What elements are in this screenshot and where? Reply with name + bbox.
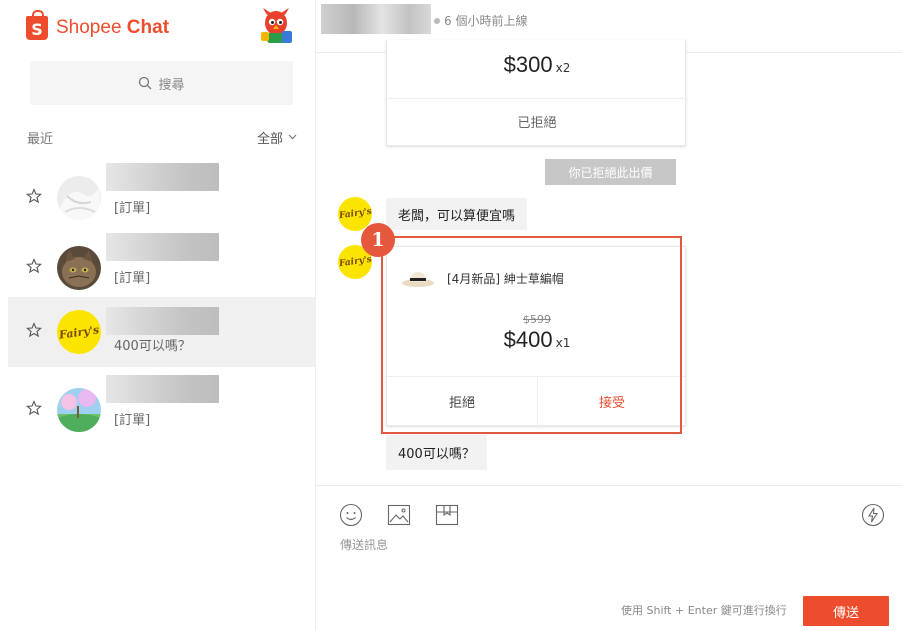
offer-quantity: x2	[555, 61, 571, 75]
message-bubble: 400可以嗎？	[386, 435, 487, 470]
send-button[interactable]: 傳送	[803, 596, 889, 626]
emoji-button[interactable]	[338, 502, 364, 528]
status-dot-icon	[434, 17, 440, 24]
search-icon	[139, 76, 152, 90]
product-share-button[interactable]	[434, 502, 460, 528]
conversation-item-active[interactable]: Fairy's 400可以嗎？	[8, 297, 316, 367]
chevron-down-icon	[288, 134, 297, 140]
conversation-preview: [訂單]	[114, 271, 151, 286]
filter-dropdown[interactable]: 全部	[256, 128, 297, 147]
emoji-icon	[339, 503, 363, 527]
conversation-preview: 400可以嗎？	[114, 339, 191, 354]
star-icon[interactable]	[26, 258, 42, 274]
annotation-number-badge: 1	[361, 223, 395, 257]
box-icon	[435, 504, 459, 526]
last-online-text: 6 個小時前上線	[444, 14, 528, 28]
quick-reply-button[interactable]	[860, 502, 886, 528]
image-icon	[387, 504, 411, 526]
shortcut-hint: 使用 Shift + Enter 鍵可進行換行	[621, 604, 787, 617]
shopee-bag-icon: S	[26, 10, 48, 40]
offer-price-value: $300	[503, 52, 553, 77]
recent-label: 最近	[27, 132, 54, 147]
blurred-contact-name	[321, 4, 431, 34]
divider	[387, 98, 687, 99]
search-input[interactable]: 搜尋	[30, 61, 293, 105]
offer-card-previous: $300 x2 已拒絕	[386, 40, 687, 146]
conversation-item[interactable]: [訂單]	[8, 233, 316, 303]
blurred-username	[106, 233, 219, 261]
mascot-avatar-icon[interactable]	[255, 7, 297, 47]
filter-label: 全部	[256, 131, 283, 147]
blurred-username	[106, 163, 219, 191]
conversation-preview: [訂單]	[114, 413, 151, 428]
sidebar: S Shopee Chat 搜尋 最近 全部 [訂單] [訂單] Fairy's…	[0, 0, 316, 630]
conversation-item[interactable]: [訂單]	[8, 163, 316, 233]
offer-price: $300 x2	[387, 52, 687, 78]
lightning-icon	[861, 503, 885, 527]
system-note: 你已拒絕此出價	[545, 159, 676, 185]
conversation-item[interactable]: [訂單]	[8, 375, 316, 445]
blurred-username	[106, 375, 219, 403]
chat-panel: 6 個小時前上線 $300 x2 已拒絕 你已拒絕此出價 Fairy's 老闆，可…	[316, 0, 902, 630]
avatar: Fairy's	[57, 310, 101, 354]
image-upload-button[interactable]	[386, 502, 412, 528]
conversation-list-header: 最近 全部	[27, 128, 297, 147]
blurred-username	[106, 307, 219, 335]
brand-logo: S Shopee Chat	[26, 10, 170, 44]
message-bubble: 老闆，可以算便宜嗎	[386, 198, 528, 230]
search-placeholder: 搜尋	[158, 77, 185, 93]
annotation-highlight-box	[381, 236, 682, 434]
message-composer: 傳送訊息 使用 Shift + Enter 鍵可進行換行 傳送	[316, 485, 902, 630]
online-status: 6 個小時前上線	[434, 12, 527, 29]
avatar	[57, 246, 101, 290]
star-icon[interactable]	[26, 322, 42, 338]
brand-title: Shopee Chat	[56, 17, 170, 38]
offer-status: 已拒絕	[517, 116, 557, 131]
message-input[interactable]: 傳送訊息	[340, 536, 388, 553]
star-icon[interactable]	[26, 188, 42, 204]
fairys-logo: Fairy's	[58, 322, 100, 342]
star-icon[interactable]	[26, 400, 42, 416]
avatar	[57, 388, 101, 432]
conversation-preview: [訂單]	[114, 201, 151, 216]
avatar	[57, 176, 101, 220]
